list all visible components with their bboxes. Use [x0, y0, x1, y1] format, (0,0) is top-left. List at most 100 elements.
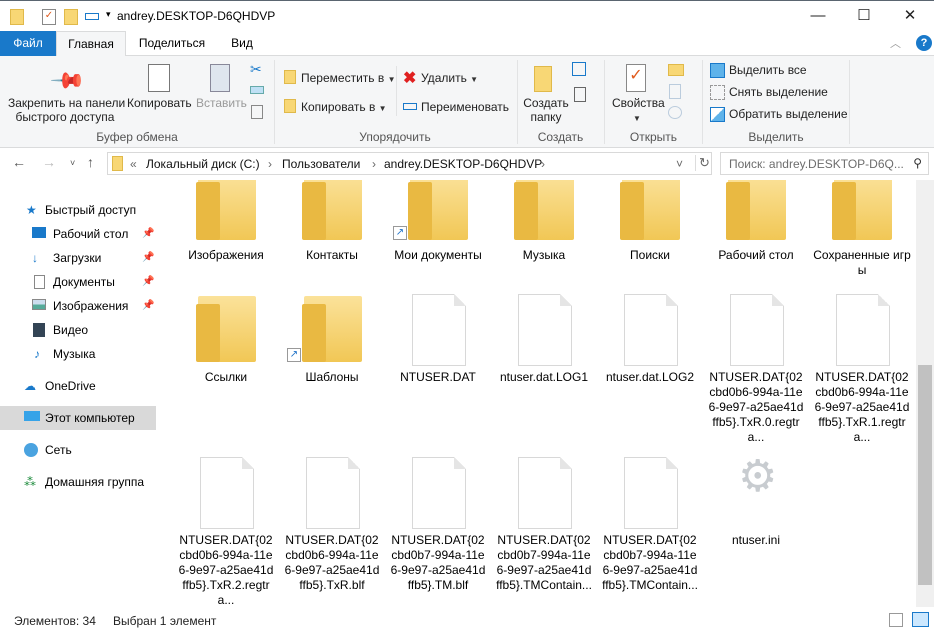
history-icon[interactable]: [668, 106, 682, 119]
scrollbar-thumb[interactable]: [918, 365, 932, 585]
file-name: Рабочий стол: [718, 248, 794, 262]
file-item[interactable]: NTUSER.DAT{02cbd0b7-994a-11e6-9e97-a25ae…: [597, 455, 703, 607]
file-item[interactable]: Изображения: [173, 180, 279, 292]
paste-button[interactable]: Вставить: [196, 96, 247, 110]
file-item[interactable]: NTUSER.DAT{02cbd0b6-994a-11e6-9e97-a25ae…: [809, 292, 915, 455]
file-icon: [186, 455, 266, 529]
invert-selection-icon: [710, 107, 725, 122]
help-icon[interactable]: ?: [916, 35, 932, 51]
maximize-button[interactable]: ☐: [841, 1, 887, 32]
file-name: Изображения: [188, 248, 264, 262]
large-icons-view-button[interactable]: [912, 612, 929, 627]
nav-quick-access[interactable]: ★ Быстрый доступ: [0, 198, 156, 222]
file-item[interactable]: ntuser.dat.LOG2: [597, 292, 703, 455]
file-item[interactable]: NTUSER.DAT{02cbd0b6-994a-11e6-9e97-a25ae…: [279, 455, 385, 607]
cut-icon[interactable]: ✂: [250, 61, 262, 78]
file-name: ntuser.dat.LOG1: [499, 370, 589, 384]
file-item[interactable]: Поиски: [597, 180, 703, 292]
file-name: NTUSER.DAT{02cbd0b6-994a-11e6-9e97-a25ae…: [284, 533, 380, 592]
recent-locations-icon[interactable]: ˅: [70, 158, 75, 168]
settings-file-icon: ⚙: [738, 452, 778, 501]
file-item[interactable]: Сохраненные игры: [809, 180, 915, 292]
crumb-local-disk[interactable]: Локальный диск (C:): [146, 157, 260, 171]
file-name: ntuser.dat.LOG2: [605, 370, 695, 384]
folder-icon: ↗: [287, 292, 372, 366]
address-dropdown-icon[interactable]: ˅: [676, 157, 683, 171]
select-all-button[interactable]: Выделить все: [729, 63, 807, 77]
file-item[interactable]: Ссылки: [173, 292, 279, 455]
file-item[interactable]: Музыка: [491, 180, 597, 292]
easy-access-icon[interactable]: [574, 87, 586, 102]
nav-documents[interactable]: Документы 📌: [0, 270, 156, 294]
up-button[interactable]: ↑: [87, 154, 94, 170]
nav-network[interactable]: Сеть: [0, 438, 156, 462]
minimize-button[interactable]: —: [795, 1, 841, 32]
file-item[interactable]: NTUSER.DAT{02cbd0b6-994a-11e6-9e97-a25ae…: [703, 292, 809, 455]
tab-home[interactable]: Главная: [56, 31, 126, 57]
back-button[interactable]: ←: [12, 154, 26, 170]
overflow-crumb[interactable]: «: [130, 157, 137, 171]
close-button[interactable]: ✕: [887, 1, 933, 32]
copy-to-button[interactable]: Копировать в ▼: [301, 100, 387, 114]
edit-icon[interactable]: [669, 84, 681, 99]
file-item[interactable]: ↗ Шаблоны: [279, 292, 385, 455]
file-item[interactable]: Контакты: [279, 180, 385, 292]
pin-quick-access-button[interactable]: Закрепить на панели быстрого доступа: [8, 96, 125, 124]
new-folder-button[interactable]: Создать папку: [522, 96, 570, 124]
select-group-label: Выделить: [748, 130, 804, 144]
file-name: NTUSER.DAT{02cbd0b7-994a-11e6-9e97-a25ae…: [602, 533, 698, 592]
move-to-button[interactable]: Переместить в ▼: [301, 71, 396, 85]
invert-selection-button[interactable]: Обратить выделение: [729, 107, 848, 121]
select-none-button[interactable]: Снять выделение: [729, 85, 828, 99]
video-icon: [33, 323, 45, 337]
address-bar[interactable]: « Локальный диск (C:) › Пользователи › a…: [107, 152, 712, 175]
file-item[interactable]: NTUSER.DAT{02cbd0b6-994a-11e6-9e97-a25ae…: [173, 455, 279, 607]
nav-homegroup[interactable]: ⁂ Домашняя группа: [0, 470, 156, 494]
file-item[interactable]: ⚙ ntuser.ini: [703, 455, 809, 607]
file-item[interactable]: ntuser.dat.LOG1: [491, 292, 597, 455]
crumb-user-folder[interactable]: andrey.DESKTOP-D6QHDVP: [384, 157, 542, 171]
crumb-users[interactable]: Пользователи: [282, 157, 360, 171]
folder-icon: ↗: [393, 180, 478, 244]
new-folder-quick-icon[interactable]: [64, 9, 78, 25]
details-view-button[interactable]: [889, 613, 903, 627]
tab-view[interactable]: Вид: [220, 31, 264, 56]
file-item[interactable]: Рабочий стол: [703, 180, 809, 292]
file-name: NTUSER.DAT{02cbd0b6-994a-11e6-9e97-a25ae…: [708, 370, 804, 444]
nav-music[interactable]: ♪ Музыка: [0, 342, 156, 366]
properties-button[interactable]: Свойства ▼: [612, 96, 665, 124]
delete-button[interactable]: Удалить ▼: [421, 71, 478, 85]
nav-pictures[interactable]: Изображения 📌: [0, 294, 156, 318]
tab-file[interactable]: Файл: [0, 31, 56, 56]
collapse-ribbon-icon[interactable]: ︿: [890, 35, 901, 51]
new-item-icon[interactable]: [572, 62, 586, 76]
copy-path-icon[interactable]: [250, 86, 264, 94]
rename-quick-icon[interactable]: [85, 13, 99, 20]
nav-desktop[interactable]: Рабочий стол 📌: [0, 222, 156, 246]
tab-share[interactable]: Поделиться: [130, 31, 214, 56]
file-icon: [504, 292, 584, 366]
pin-icon: 📌: [142, 276, 155, 287]
file-name: NTUSER.DAT: [400, 370, 476, 384]
nav-onedrive[interactable]: ☁ OneDrive: [0, 374, 156, 398]
rename-button[interactable]: Переименовать: [421, 100, 509, 114]
properties-quick-icon[interactable]: ✓: [42, 9, 56, 25]
file-icon: [822, 292, 902, 366]
file-name: Контакты: [306, 248, 358, 262]
select-all-icon: [710, 63, 725, 78]
search-input[interactable]: Поиск: andrey.DESKTOP-D6Q... ⚲: [720, 152, 929, 175]
item-count: Элементов: 34: [14, 614, 96, 628]
paste-shortcut-icon[interactable]: [251, 105, 263, 119]
nav-downloads[interactable]: ↓ Загрузки 📌: [0, 246, 156, 270]
nav-videos[interactable]: Видео: [0, 318, 156, 342]
file-item[interactable]: NTUSER.DAT: [385, 292, 491, 455]
file-item[interactable]: ↗ Мои документы: [385, 180, 491, 292]
file-item[interactable]: NTUSER.DAT{02cbd0b7-994a-11e6-9e97-a25ae…: [491, 455, 597, 607]
copy-button[interactable]: Копировать: [127, 96, 192, 110]
forward-button[interactable]: →: [42, 154, 56, 170]
nav-this-pc[interactable]: Этот компьютер: [0, 406, 156, 430]
file-item[interactable]: NTUSER.DAT{02cbd0b7-994a-11e6-9e97-a25ae…: [385, 455, 491, 607]
open-icon[interactable]: [668, 64, 684, 76]
file-name: Мои документы: [394, 248, 482, 262]
refresh-icon[interactable]: ↻: [695, 155, 710, 171]
